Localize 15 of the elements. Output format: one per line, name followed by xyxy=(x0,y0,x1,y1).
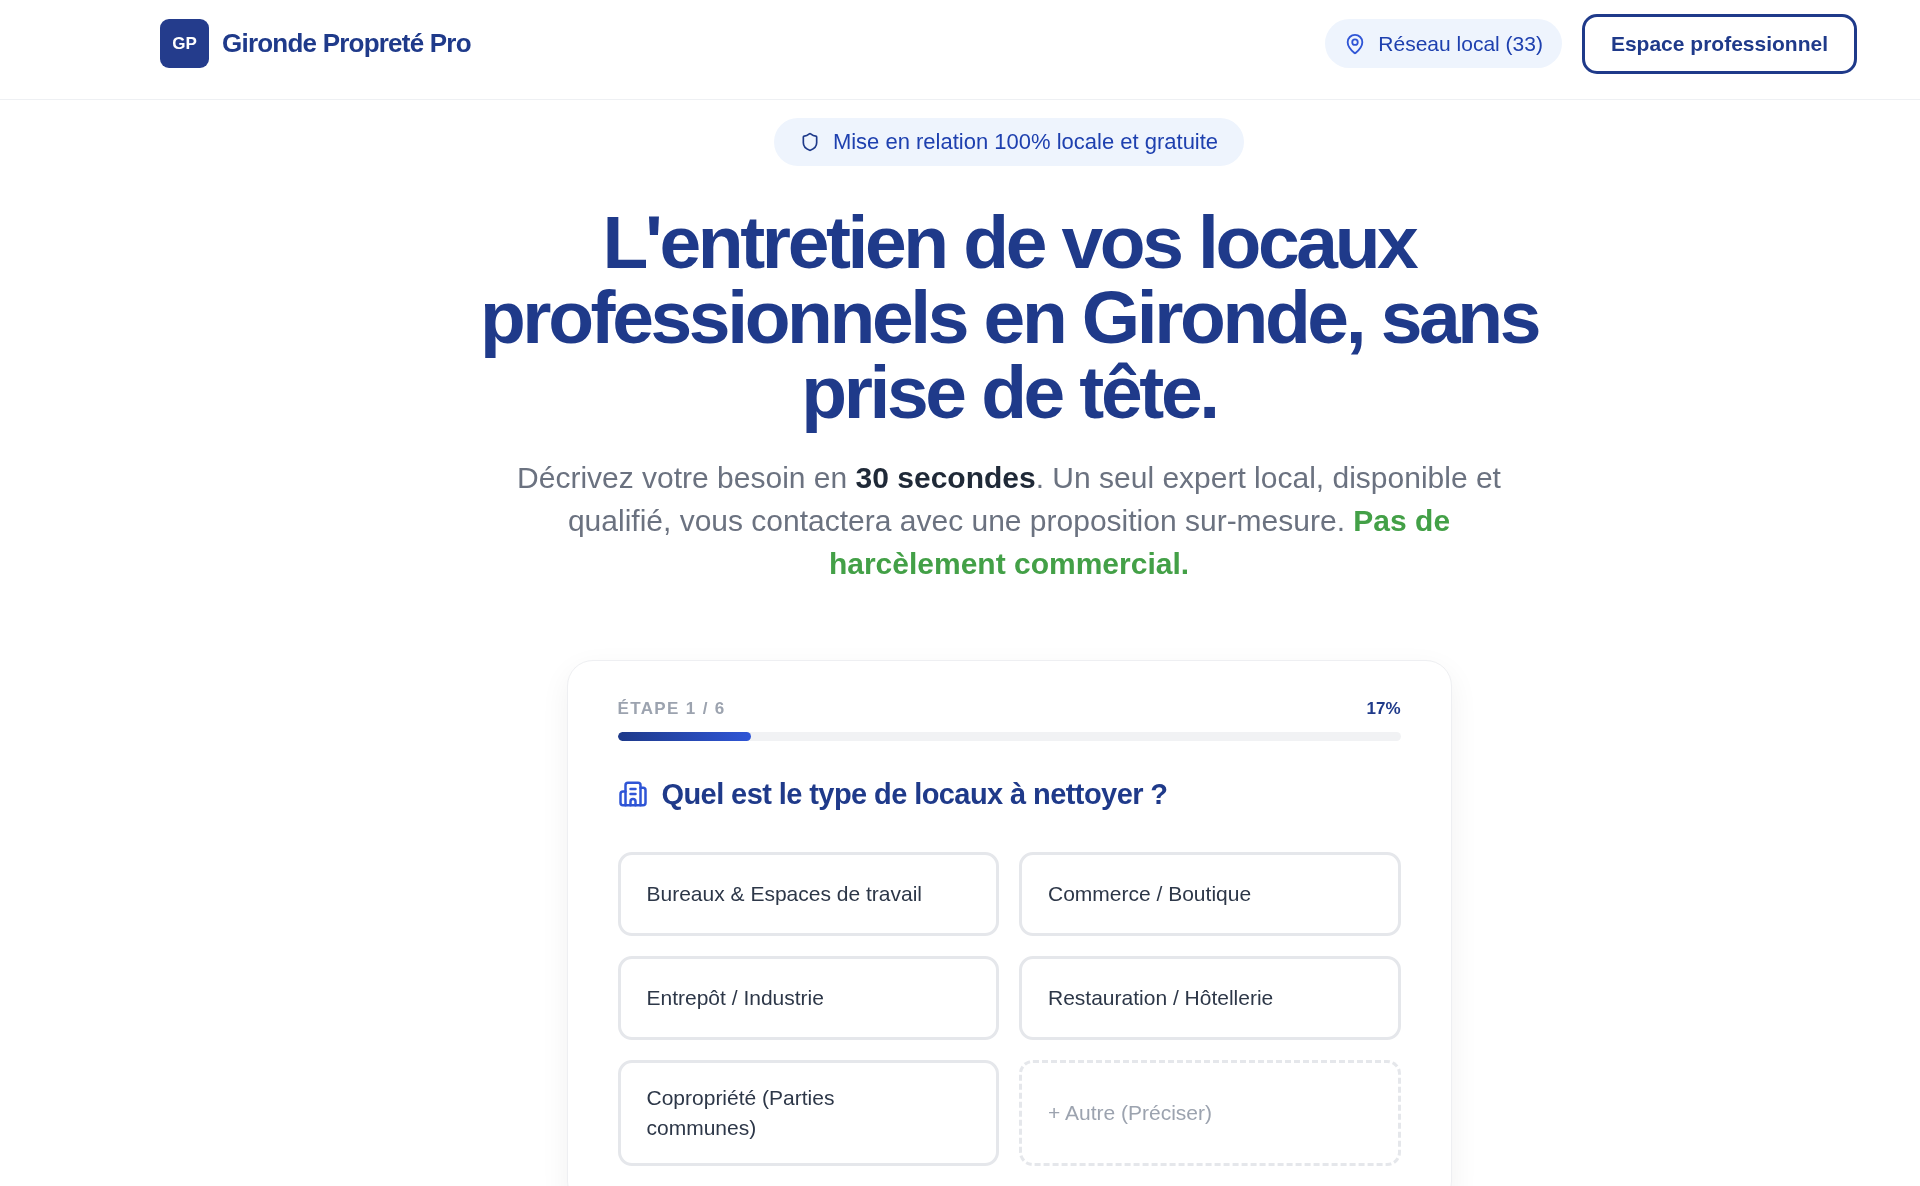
progress-percent: 17% xyxy=(1366,699,1401,719)
choice-option[interactable]: Copropriété (Parties communes) xyxy=(617,1060,999,1166)
choice-option[interactable]: Entrepôt / Industrie xyxy=(617,956,999,1040)
hero-badge: Mise en relation 100% locale et gratuite xyxy=(773,118,1245,166)
choice-option[interactable]: Restauration / Hôtellerie xyxy=(1019,956,1401,1040)
brand-name: Gironde Propreté Pro xyxy=(222,28,471,59)
network-link[interactable]: Réseau local (33) xyxy=(1325,19,1562,68)
step-label: ÉTAPE 1 / 6 xyxy=(617,699,726,719)
question-title: Quel est le type de locaux à nettoyer ? xyxy=(661,777,1168,812)
choice-option[interactable]: Bureaux & Espaces de travail xyxy=(617,852,999,936)
building-icon xyxy=(617,779,648,809)
pro-space-button[interactable]: Espace professionnel xyxy=(1581,13,1857,74)
logo-tile: GP xyxy=(160,19,209,68)
choice-option[interactable]: Commerce / Boutique xyxy=(1019,852,1401,936)
hero-subtitle: Décrivez votre besoin en 30 secondes. Un seul expert local, disponible et qualifié, vous contactera avec une proposition sur-mesure. Pas de harcèlement commercial. xyxy=(516,460,1502,582)
